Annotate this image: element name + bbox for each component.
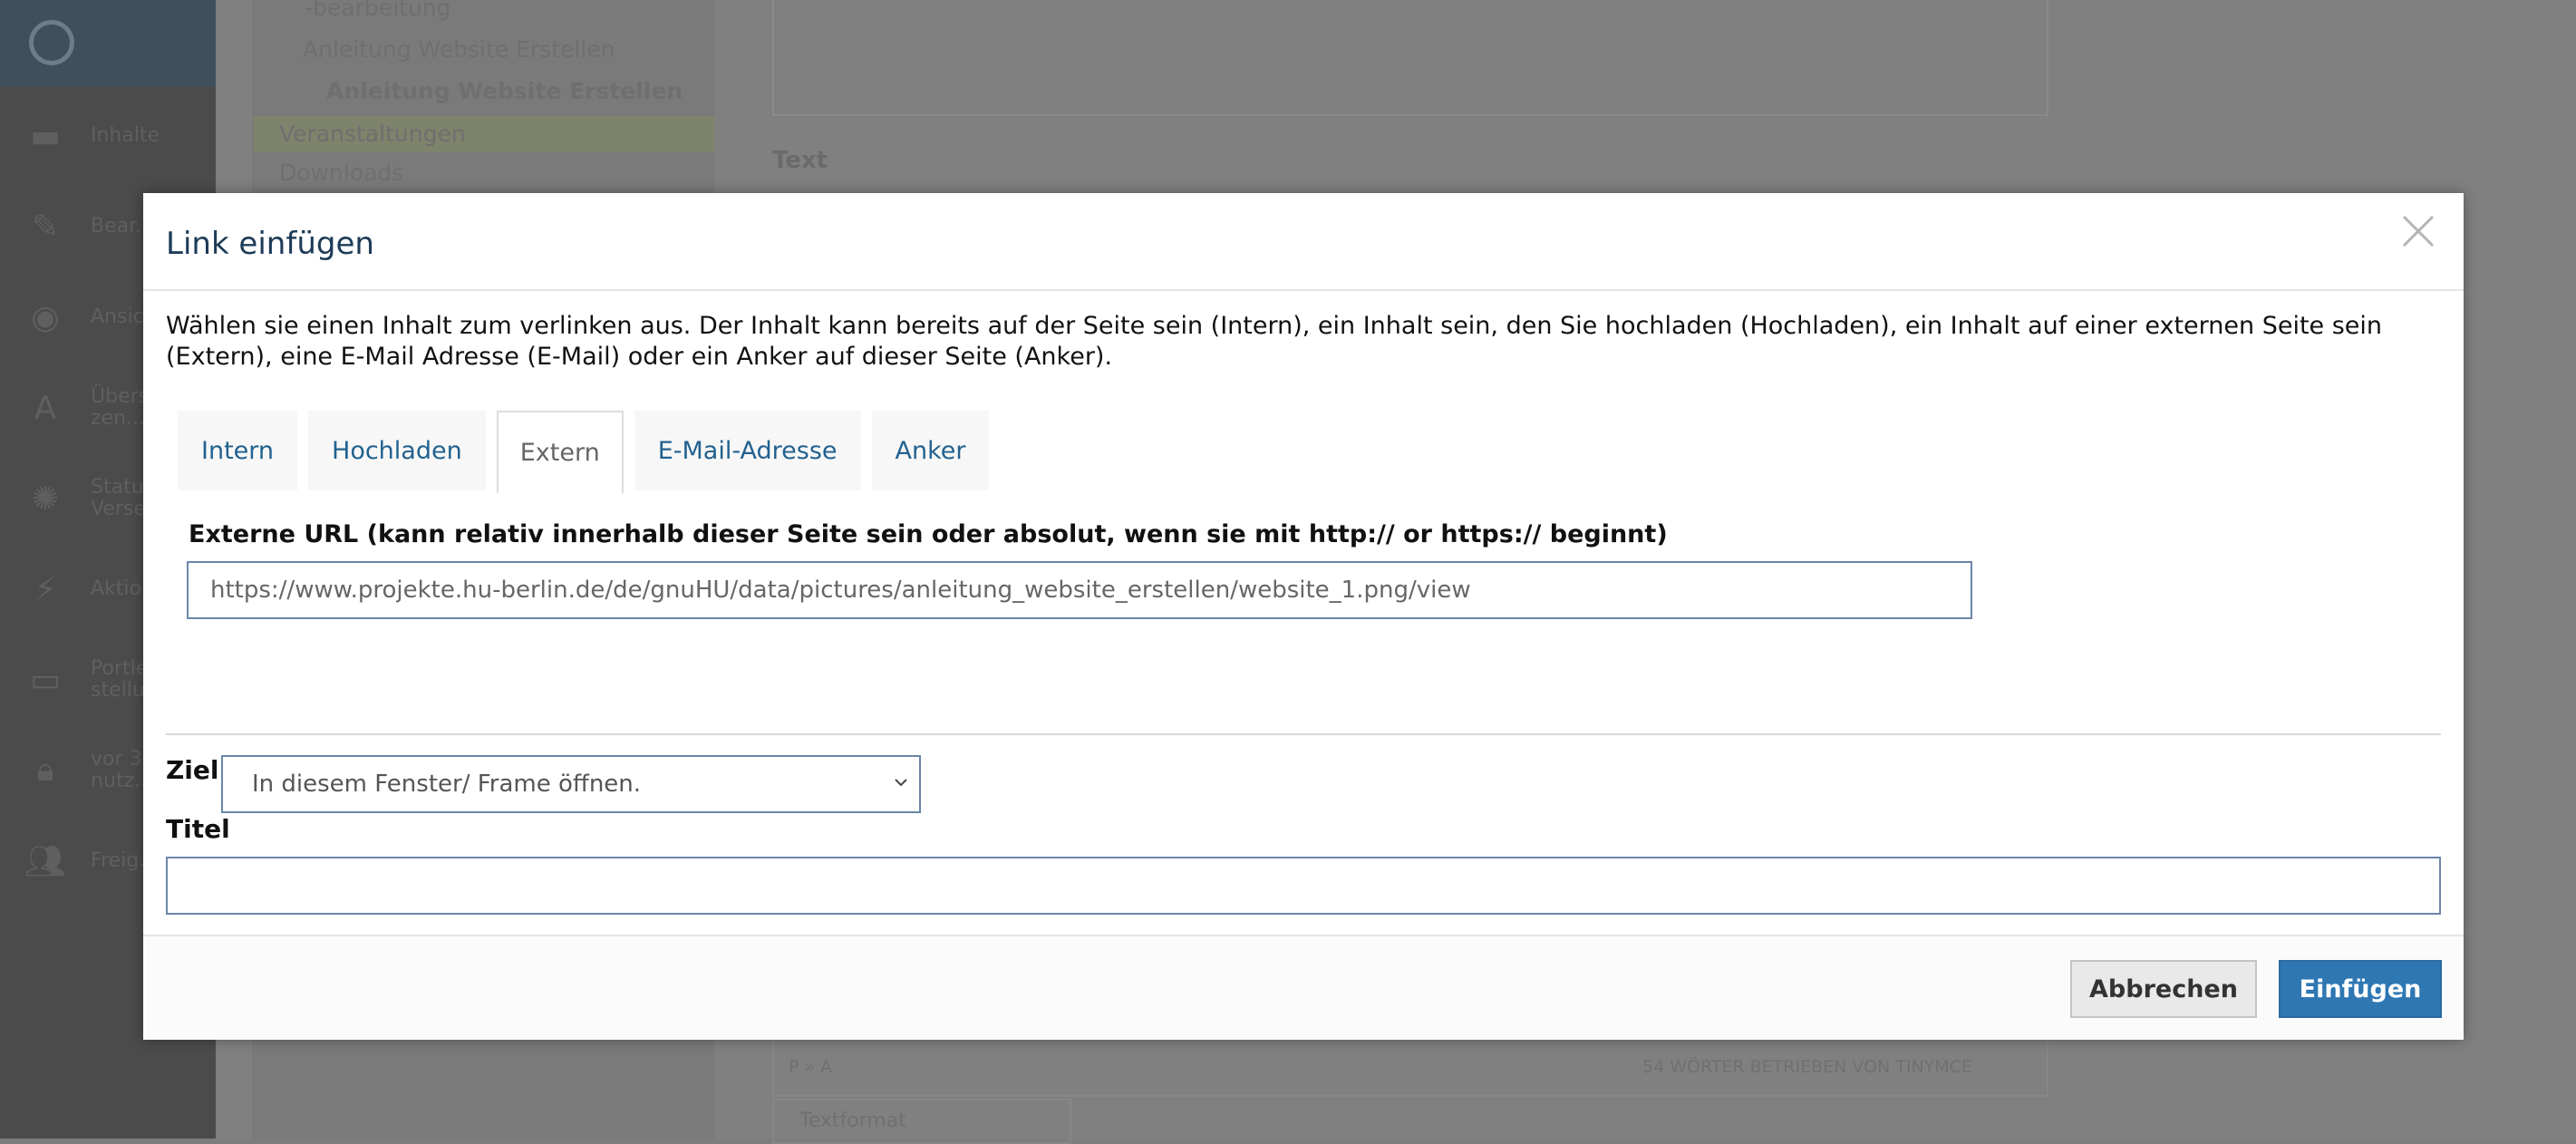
folder-icon: ▬ — [29, 117, 61, 155]
editor-wordcount: 54 WÖRTER BETRIEBEN VON TINYMCE — [1642, 1057, 1972, 1077]
link-dialog: Link einfügen Wählen sie einen Inhalt zu… — [143, 193, 2464, 1040]
nav-item: Anleitung Website Erstellen — [303, 36, 615, 63]
tab-email[interactable]: E-Mail-Adresse — [634, 411, 861, 490]
eye-icon: ◉ — [31, 298, 60, 336]
link-type-tabs: Intern Hochladen Extern E-Mail-Adresse A… — [178, 411, 1000, 496]
target-label: Ziel — [166, 755, 219, 785]
divider — [166, 733, 2441, 735]
plone-logo — [0, 0, 216, 87]
external-url-label: Externe URL (kann relativ innerhalb dies… — [189, 520, 1668, 548]
tab-extern[interactable]: Extern — [496, 411, 624, 494]
tab-intern[interactable]: Intern — [178, 411, 298, 490]
nav-item: -bearbeitung — [305, 0, 451, 21]
lightning-icon: ⚡ — [34, 570, 57, 608]
background-textarea — [772, 0, 2048, 116]
nav-item: Veranstaltungen — [254, 116, 714, 152]
target-select-value: In diesem Fenster/ Frame öffnen. — [252, 771, 642, 798]
toolbar-item-contents: ▬ Inhalte — [0, 91, 216, 181]
editor-path: P » A — [789, 1057, 833, 1077]
target-select[interactable]: In diesem Fenster/ Frame öffnen. — [221, 755, 921, 813]
background-format-select: Textformat — [772, 1099, 1071, 1144]
dialog-title: Link einfügen — [166, 226, 374, 262]
translate-icon: A — [34, 389, 57, 427]
tab-anker[interactable]: Anker — [871, 411, 990, 490]
nav-item: Downloads — [279, 160, 404, 186]
close-button[interactable] — [2397, 209, 2440, 253]
tab-hochladen[interactable]: Hochladen — [308, 411, 486, 490]
external-url-input[interactable] — [187, 561, 1972, 619]
background-text-label: Text — [772, 147, 828, 174]
pencil-icon: ✎ — [31, 208, 60, 246]
dialog-footer: Abbrechen Einfügen — [143, 935, 2464, 1040]
dialog-header: Link einfügen — [143, 193, 2464, 291]
users-icon: 👥︎ — [24, 843, 66, 880]
title-field-label: Titel — [166, 814, 230, 844]
title-input[interactable] — [166, 857, 2441, 915]
status-icon: ✺ — [31, 480, 60, 518]
display-icon: ▭ — [29, 661, 61, 699]
close-icon — [2402, 215, 2435, 247]
chevron-down-icon — [895, 779, 907, 787]
insert-button[interactable]: Einfügen — [2279, 960, 2442, 1018]
nav-item-current: Anleitung Website Erstellen — [326, 78, 683, 104]
cancel-button[interactable]: Abbrechen — [2070, 960, 2257, 1018]
lock-icon: 🔒︎ — [36, 751, 54, 789]
dialog-intro-text: Wählen sie einen Inhalt zum verlinken au… — [166, 312, 2383, 371]
